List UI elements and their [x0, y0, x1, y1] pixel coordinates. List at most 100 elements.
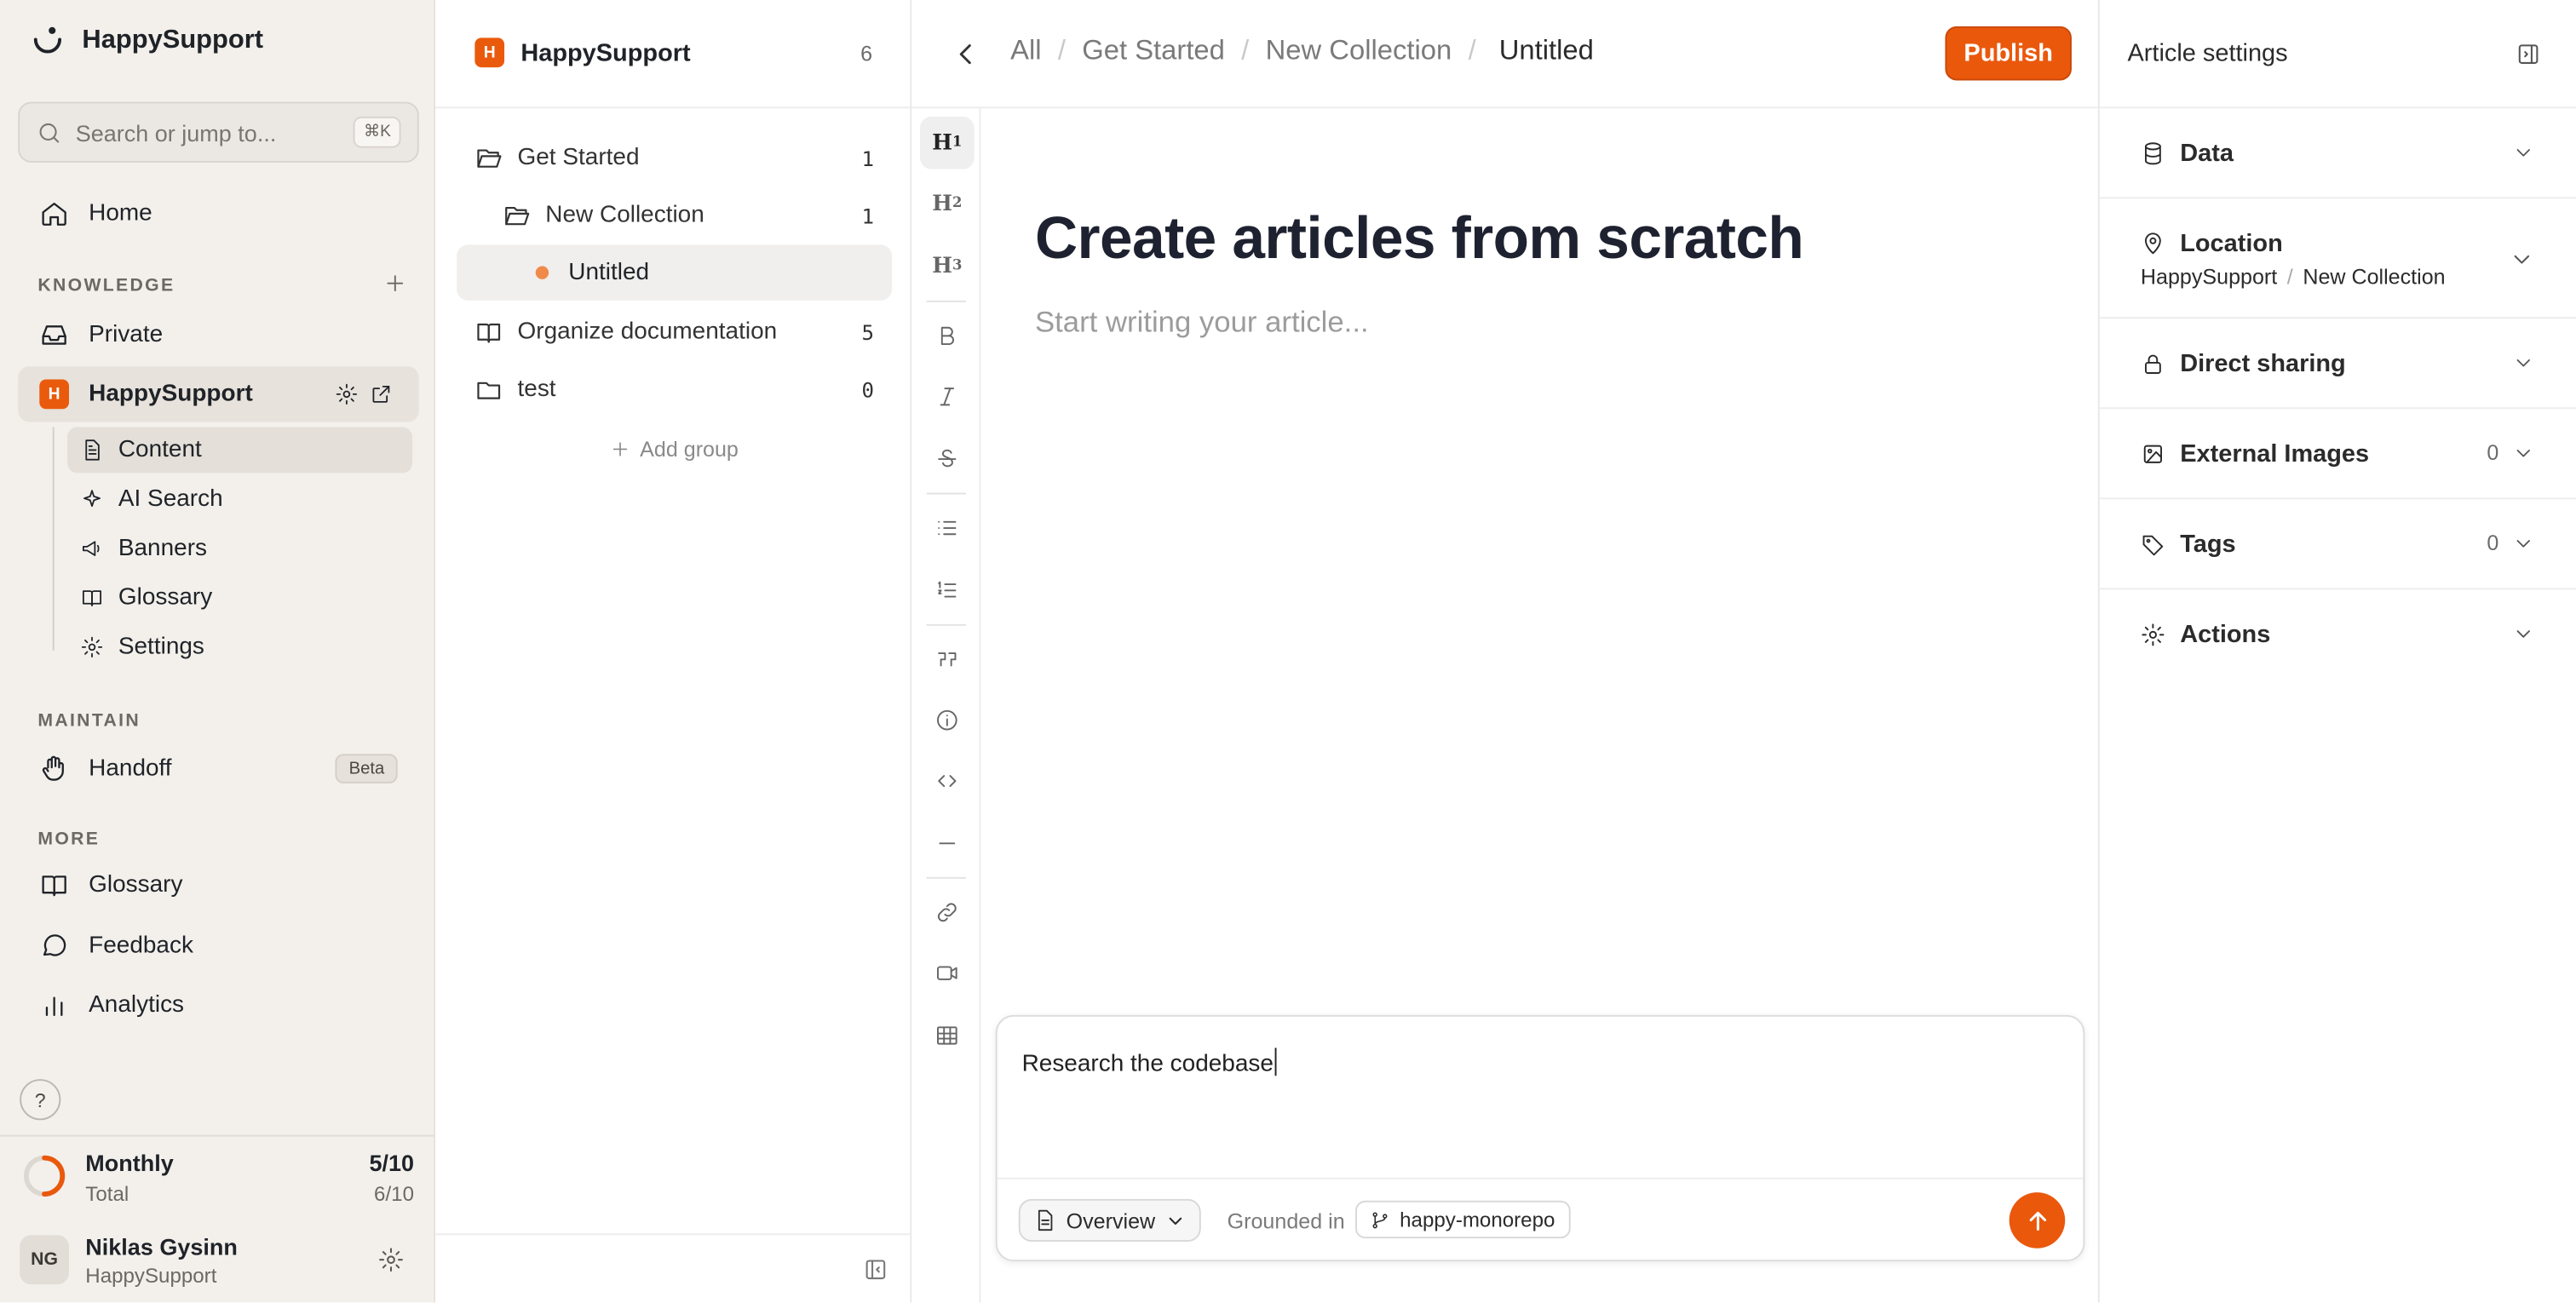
section-label: Tags — [2180, 529, 2236, 558]
bullet-list-button[interactable] — [920, 501, 975, 554]
nav-workspace-happysupport[interactable]: H HappySupport — [18, 366, 419, 422]
search-placeholder: Search or jump to... — [75, 118, 277, 146]
usage-meter[interactable]: Monthly Total 5/10 6/10 — [0, 1134, 434, 1217]
section-direct-sharing[interactable]: Direct sharing — [2099, 319, 2576, 410]
section-tags[interactable]: Tags 0 — [2099, 499, 2576, 590]
article-title[interactable]: Create articles from scratch — [1035, 204, 1804, 273]
breadcrumb-item[interactable]: New Collection — [1266, 34, 1452, 67]
sub-item-content[interactable]: Content — [67, 427, 413, 474]
tree-item-count: 1 — [861, 145, 874, 170]
table-button[interactable] — [920, 1008, 975, 1061]
gear-icon[interactable] — [335, 382, 358, 405]
section-tags-header: Tags — [2141, 499, 2236, 588]
prompt-input[interactable]: Research the codebase — [1022, 1048, 1277, 1077]
workspace-name: HappySupport — [89, 381, 253, 408]
section-location[interactable]: Location HappySupport / New Collection — [2099, 198, 2576, 319]
folder-open-icon — [505, 205, 530, 225]
heading-1-button[interactable]: H1 — [919, 116, 975, 169]
link-button[interactable] — [920, 885, 975, 938]
collapse-sidebar-icon[interactable] — [862, 1256, 888, 1283]
close-panel-icon[interactable] — [2516, 41, 2542, 67]
nav-handoff[interactable]: Handoff Beta — [18, 741, 419, 797]
search-input[interactable]: Search or jump to... ⌘K — [18, 101, 419, 163]
divider-button[interactable] — [920, 816, 975, 869]
section-external-images[interactable]: External Images 0 — [2099, 409, 2576, 500]
breadcrumb-item[interactable]: Get Started — [1082, 34, 1225, 67]
help-button[interactable]: ? — [20, 1079, 61, 1121]
sub-item-settings[interactable]: Settings — [67, 624, 412, 670]
section-actions[interactable]: Actions — [2100, 589, 2576, 680]
user-profile[interactable]: NG Niklas Gysinn HappySupport — [0, 1219, 434, 1302]
toolbar-divider — [926, 300, 966, 302]
nav-private-label: Private — [89, 321, 164, 348]
usage-title: Monthly — [85, 1149, 174, 1176]
add-group-label: Add group — [640, 436, 739, 462]
subtree-line — [52, 427, 55, 651]
tree-item-test[interactable]: test 0 — [457, 361, 892, 417]
nav-private[interactable]: Private — [18, 307, 419, 364]
sub-item-ai-search[interactable]: AI Search — [67, 476, 412, 522]
tree-item-label: test — [517, 376, 556, 403]
send-button[interactable] — [2009, 1192, 2066, 1248]
breadcrumb-item[interactable]: All — [1010, 34, 1041, 67]
tree-item-new-collection[interactable]: New Collection 1 — [457, 187, 892, 244]
tree-title-label: HappySupport — [520, 38, 691, 67]
knowledge-label: KNOWLEDGE — [37, 275, 175, 296]
tree-item-get-started[interactable]: Get Started 1 — [457, 129, 892, 186]
callout-button[interactable] — [920, 693, 975, 746]
tree-item-untitled[interactable]: Untitled — [457, 244, 893, 301]
nav-glossary[interactable]: Glossary — [18, 858, 419, 914]
tree-title[interactable]: H HappySupport — [474, 37, 691, 68]
bullet-list-icon — [938, 519, 957, 535]
tree-item-count: 5 — [861, 319, 874, 345]
tree-item-organize-documentation[interactable]: Organize documentation 5 — [457, 304, 892, 360]
brand[interactable]: HappySupport — [30, 23, 263, 59]
section-actions-header: Actions — [2141, 589, 2270, 678]
location-path-separator: / — [2286, 264, 2293, 290]
mode-select[interactable]: Overview — [1018, 1198, 1202, 1242]
info-icon — [937, 709, 957, 730]
bold-icon — [940, 325, 954, 345]
tree-item-count: 1 — [861, 203, 874, 228]
gear-icon[interactable] — [378, 1247, 405, 1273]
section-label: Data — [2180, 138, 2234, 167]
usage-secondary: 6/10 — [374, 1182, 414, 1206]
book-open-icon — [42, 875, 66, 897]
external-link-icon[interactable] — [370, 382, 393, 405]
video-button[interactable] — [920, 946, 975, 999]
publish-button[interactable]: Publish — [1945, 26, 2072, 81]
bold-button[interactable] — [920, 309, 975, 362]
repo-chip[interactable]: happy-monorepo — [1355, 1200, 1570, 1239]
editor: All / Get Started / New Collection / Unt… — [911, 0, 2098, 1303]
nav-analytics[interactable]: Analytics — [18, 977, 419, 1033]
quote-icon — [938, 652, 957, 666]
code-button[interactable] — [920, 754, 975, 806]
article-body-placeholder[interactable]: Start writing your article... — [1035, 306, 1369, 340]
heading-3-button[interactable]: H3 — [920, 240, 975, 293]
numbered-list-button[interactable] — [920, 563, 975, 616]
chevron-down-icon — [2516, 149, 2530, 157]
image-icon — [2143, 444, 2162, 462]
quote-button[interactable] — [920, 632, 975, 685]
tree-count: 6 — [860, 41, 873, 66]
chat-bubble-icon — [43, 934, 66, 956]
sub-item-banners[interactable]: Banners — [67, 525, 412, 571]
prompt-footer: Overview Grounded in happy-monorepo — [997, 1177, 2084, 1261]
heading-2-button[interactable]: H2 — [920, 177, 975, 230]
add-group-button[interactable]: Add group — [435, 437, 911, 462]
search-icon — [39, 122, 60, 142]
heading-1-label: H — [932, 130, 952, 156]
plus-icon — [612, 442, 627, 456]
nav-feedback[interactable]: Feedback — [18, 918, 419, 974]
maintain-label: MAINTAIN — [37, 711, 141, 732]
chevron-left-icon[interactable] — [952, 39, 981, 69]
nav-home[interactable]: Home — [18, 186, 419, 242]
add-knowledge-icon[interactable] — [382, 271, 407, 296]
section-data[interactable]: Data — [2099, 108, 2576, 199]
ai-prompt-box[interactable]: Research the codebase Overview Grounded … — [995, 1014, 2085, 1262]
italic-button[interactable] — [920, 370, 975, 422]
section-label: External Images — [2180, 439, 2370, 468]
section-direct-sharing-header: Direct sharing — [2141, 319, 2346, 407]
sub-item-glossary[interactable]: Glossary — [67, 575, 412, 621]
strikethrough-button[interactable] — [920, 432, 975, 485]
